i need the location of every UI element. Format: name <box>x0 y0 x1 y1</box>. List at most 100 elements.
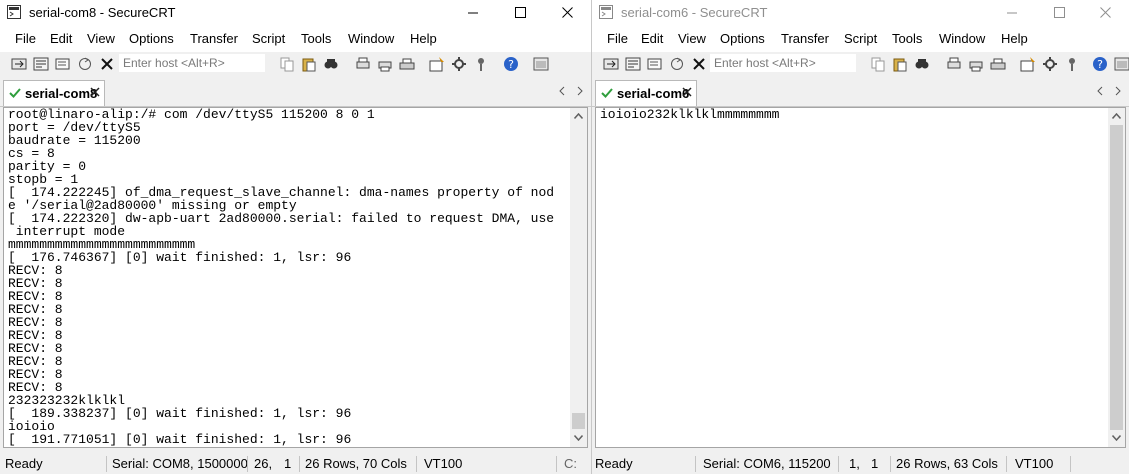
help-icon[interactable]: ? <box>1092 56 1108 72</box>
green-check-icon <box>9 88 21 98</box>
securecrt-app-icon <box>599 5 613 19</box>
disconnect-icon[interactable] <box>99 56 115 72</box>
maximize-icon <box>515 7 526 18</box>
menu-help[interactable]: Help <box>1001 31 1028 46</box>
scroll-down-icon <box>1112 435 1121 441</box>
close-tab-icon[interactable] <box>90 87 100 97</box>
menu-help[interactable]: Help <box>410 31 437 46</box>
status-extra: C: <box>564 456 577 471</box>
title-bar[interactable]: serial-com6 - SecureCRT <box>592 0 1129 26</box>
print-icon[interactable] <box>355 56 371 72</box>
menu-transfer[interactable]: Transfer <box>190 31 238 46</box>
session-options-icon[interactable] <box>429 56 445 72</box>
paste-icon[interactable] <box>892 56 908 72</box>
title-bar[interactable]: serial-com8 - SecureCRT <box>0 0 591 26</box>
menu-view[interactable]: View <box>87 31 115 46</box>
scroll-up-icon <box>574 113 583 119</box>
terminal-view[interactable]: ioioio232klklklmmmmmmmm <box>595 107 1126 448</box>
maximize-icon <box>1054 7 1065 18</box>
close-tab-icon[interactable] <box>682 87 692 97</box>
scroll-up-button[interactable] <box>570 108 587 125</box>
vertical-scrollbar[interactable] <box>1108 108 1125 447</box>
menu-window[interactable]: Window <box>348 31 394 46</box>
status-size: 26 Rows, 70 Cols <box>305 456 407 471</box>
status-bar: Ready Serial: COM6, 115200 1, 1 26 Rows,… <box>592 454 1129 474</box>
menu-transfer[interactable]: Transfer <box>781 31 829 46</box>
close-icon <box>1100 7 1111 18</box>
tab-scroll-right-icon[interactable] <box>576 86 584 96</box>
status-connection: Serial: COM8, 1500000 <box>112 456 248 471</box>
help-icon[interactable]: ? <box>503 56 519 72</box>
vertical-scrollbar[interactable] <box>570 108 587 447</box>
scroll-down-button[interactable] <box>570 430 587 447</box>
quick-connect-input[interactable] <box>119 54 265 72</box>
disconnect-icon[interactable] <box>691 56 707 72</box>
terminal-view[interactable]: root@linaro-alip:/# com /dev/ttyS5 11520… <box>3 107 588 448</box>
window-title: serial-com8 - SecureCRT <box>29 5 176 20</box>
close-window-button[interactable] <box>545 0 591 26</box>
print-selection-icon[interactable] <box>968 56 984 72</box>
tab-scroll-right-icon[interactable] <box>1114 86 1122 96</box>
menu-tools[interactable]: Tools <box>892 31 922 46</box>
quick-connect-input[interactable] <box>710 54 856 72</box>
menu-window[interactable]: Window <box>939 31 985 46</box>
connect-icon[interactable] <box>11 56 27 72</box>
menu-bar: File Edit View Options Transfer Script T… <box>592 26 1129 52</box>
tab-serial-com8[interactable]: serial-com8 <box>3 80 105 106</box>
global-options-icon[interactable] <box>1042 56 1058 72</box>
window-title: serial-com6 - SecureCRT <box>621 5 768 20</box>
tab-scroll-left-icon[interactable] <box>558 86 566 96</box>
connect-tab-icon[interactable] <box>55 56 71 72</box>
keymap-icon[interactable] <box>473 56 489 72</box>
session-options-icon[interactable] <box>1020 56 1036 72</box>
menu-options[interactable]: Options <box>129 31 174 46</box>
printer-setup-icon[interactable] <box>990 56 1006 72</box>
command-window-icon[interactable] <box>1114 56 1129 72</box>
tab-serial-com6[interactable]: serial-com6 <box>595 80 697 106</box>
print-selection-icon[interactable] <box>377 56 393 72</box>
quick-connect-icon[interactable] <box>33 56 49 72</box>
scroll-thumb[interactable] <box>1110 125 1123 430</box>
copy-icon[interactable] <box>279 56 295 72</box>
menu-edit[interactable]: Edit <box>641 31 663 46</box>
command-window-icon[interactable] <box>533 56 549 72</box>
find-icon[interactable] <box>323 56 339 72</box>
quick-connect-icon[interactable] <box>625 56 641 72</box>
global-options-icon[interactable] <box>451 56 467 72</box>
menu-view[interactable]: View <box>678 31 706 46</box>
scroll-thumb[interactable] <box>572 413 585 429</box>
menu-script[interactable]: Script <box>844 31 877 46</box>
find-icon[interactable] <box>914 56 930 72</box>
close-window-button[interactable] <box>1083 0 1129 26</box>
maximize-button[interactable] <box>498 0 544 26</box>
paste-icon[interactable] <box>301 56 317 72</box>
reconnect-icon[interactable] <box>77 56 93 72</box>
keymap-icon[interactable] <box>1064 56 1080 72</box>
terminal-line: cs = 8 <box>8 146 55 161</box>
tab-scroll-left-icon[interactable] <box>1096 86 1104 96</box>
status-ready: Ready <box>5 456 43 471</box>
terminal-output: root@linaro-alip:/# com /dev/ttyS5 11520… <box>8 108 554 446</box>
menu-file[interactable]: File <box>15 31 36 46</box>
maximize-button[interactable] <box>1037 0 1083 26</box>
connect-tab-icon[interactable] <box>647 56 663 72</box>
scroll-up-icon <box>1112 113 1121 119</box>
status-bar: Ready Serial: COM8, 1500000 26, 1 26 Row… <box>0 454 591 474</box>
menu-script[interactable]: Script <box>252 31 285 46</box>
menu-tools[interactable]: Tools <box>301 31 331 46</box>
copy-icon[interactable] <box>870 56 886 72</box>
connect-icon[interactable] <box>603 56 619 72</box>
minimize-button[interactable] <box>451 0 497 26</box>
menu-bar: File Edit View Options Transfer Script T… <box>0 26 591 52</box>
scroll-down-button[interactable] <box>1108 430 1125 447</box>
print-icon[interactable] <box>946 56 962 72</box>
printer-setup-icon[interactable] <box>399 56 415 72</box>
minimize-button[interactable] <box>990 0 1036 26</box>
menu-options[interactable]: Options <box>720 31 765 46</box>
reconnect-icon[interactable] <box>669 56 685 72</box>
green-check-icon <box>601 88 613 98</box>
scroll-up-button[interactable] <box>1108 108 1125 125</box>
menu-edit[interactable]: Edit <box>50 31 72 46</box>
status-col: 1 <box>871 456 879 471</box>
menu-file[interactable]: File <box>607 31 628 46</box>
